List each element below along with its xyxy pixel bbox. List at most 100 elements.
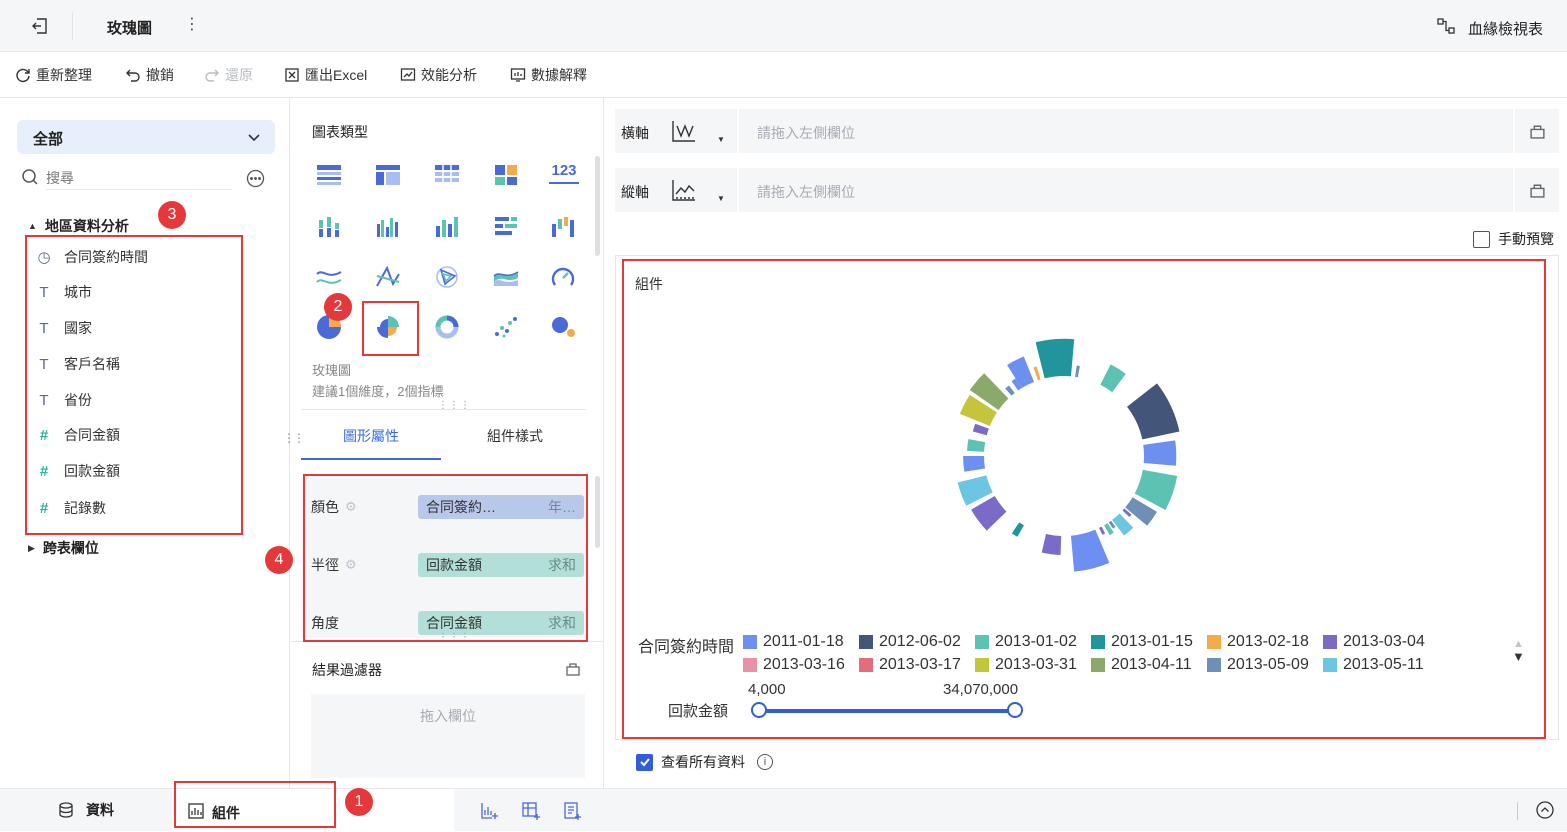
divider <box>72 12 73 40</box>
detail-table-icon[interactable] <box>315 162 345 188</box>
y-axis-row[interactable]: 縱軸 ▼ 請拖入左側欄位 <box>615 168 1559 212</box>
lineage-icon[interactable] <box>1437 17 1455 35</box>
chart-config-panel: 圖表類型 123 玫瑰圖 建議1個維度，2個指標 ⋮⋮⋮ 圖形屬性 組件樣式 顏… <box>291 98 604 788</box>
collapse-up-icon[interactable] <box>1536 801 1554 819</box>
chart-hint: 建議1個維度，2個指標 <box>312 384 444 399</box>
highlight-box <box>25 235 243 535</box>
x-axis-row[interactable]: 橫軸 ▼ 請拖入左側欄位 <box>615 109 1559 153</box>
undo-icon <box>125 67 141 83</box>
toolbar: 重新整理 撤銷 還原 匯出Excel 效能分析 數據解釋 <box>0 52 1567 98</box>
group-header[interactable]: ▲ 地區資料分析 <box>28 216 129 236</box>
top-bar: 玫瑰圖 ⋮ 血緣檢視表 <box>0 0 1567 52</box>
cross-table-group[interactable]: ▶ 跨表欄位 <box>28 538 99 558</box>
cross-table-label: 跨表欄位 <box>42 540 99 556</box>
bubble-chart-icon[interactable] <box>549 314 579 340</box>
drop-hint: 拖入欄位 <box>420 708 476 724</box>
add-report-icon[interactable] <box>562 801 582 821</box>
divider <box>1513 109 1515 153</box>
step-badge: 4 <box>265 546 293 574</box>
more-options-icon[interactable] <box>246 169 265 188</box>
y-axis-label: 縱軸 <box>621 184 649 200</box>
highlight-box <box>174 781 336 828</box>
donut-chart-icon[interactable] <box>433 314 463 340</box>
add-table-icon[interactable] <box>521 801 541 821</box>
undo-label: 撤銷 <box>146 67 174 83</box>
exit-icon[interactable] <box>30 16 50 36</box>
scope-select[interactable]: 全部 <box>17 120 275 154</box>
search-input[interactable] <box>46 166 232 190</box>
gauge-icon[interactable] <box>549 264 579 290</box>
scatter-chart-icon[interactable] <box>492 314 522 340</box>
waterfall-icon[interactable] <box>549 214 579 240</box>
lock-icon[interactable] <box>565 660 581 676</box>
tab-data[interactable]: 資料 <box>58 800 114 820</box>
lock-icon[interactable] <box>1529 122 1546 139</box>
performance-analysis-button[interactable]: 效能分析 <box>400 66 477 84</box>
step-badge: 2 <box>324 293 352 321</box>
horizontal-bar-icon[interactable] <box>492 214 522 240</box>
group-table-icon[interactable] <box>374 162 404 188</box>
stacked-bar-icon[interactable] <box>315 214 345 240</box>
export-label: 匯出Excel <box>305 67 368 83</box>
polyline-icon[interactable] <box>374 264 404 290</box>
manual-preview-toggle[interactable]: 手動預覽 <box>1473 229 1554 249</box>
y-axis-icon[interactable] <box>670 177 698 203</box>
view-all-label: 查看所有資料 <box>661 754 745 770</box>
performance-label: 效能分析 <box>421 67 477 83</box>
area-chart-icon[interactable] <box>492 264 522 290</box>
divider <box>737 109 739 153</box>
lock-icon[interactable] <box>1529 181 1546 198</box>
divider <box>1513 168 1515 212</box>
step-badge: 3 <box>158 201 186 229</box>
tab-shape-properties[interactable]: 圖形屬性 <box>301 416 441 460</box>
export-excel-button[interactable]: 匯出Excel <box>284 66 367 84</box>
lineage-view-link[interactable]: 血緣檢視表 <box>1468 18 1543 39</box>
chart-type-title: 圖表類型 <box>312 124 368 140</box>
step-badge: 1 <box>345 788 373 816</box>
tab-widget-style[interactable]: 組件樣式 <box>445 416 585 460</box>
view-all-data-toggle[interactable]: 查看所有資料 i <box>636 752 773 772</box>
tab-label: 資料 <box>86 802 114 818</box>
refresh-button[interactable]: 重新整理 <box>15 66 92 84</box>
number-card-icon[interactable]: 123 <box>549 162 579 184</box>
chevron-down-icon <box>246 129 262 145</box>
redo-label: 還原 <box>225 67 253 83</box>
performance-icon <box>400 67 416 83</box>
filter-drop-zone[interactable]: 拖入欄位 <box>311 694 585 778</box>
scrollbar[interactable] <box>595 156 600 256</box>
undo-button[interactable]: 撤銷 <box>125 66 174 84</box>
x-axis-icon[interactable] <box>670 118 698 144</box>
refresh-icon <box>15 67 31 83</box>
line-chart-icon[interactable] <box>315 264 345 290</box>
bar-chart-icon[interactable] <box>433 214 463 240</box>
divider <box>1517 802 1518 820</box>
info-icon[interactable]: i <box>757 754 773 770</box>
highlight-box <box>622 259 1546 739</box>
redo-button[interactable]: 還原 <box>204 66 253 84</box>
scrollbar[interactable] <box>595 476 600 548</box>
caret-down-icon[interactable]: ▼ <box>717 135 725 144</box>
cross-table-icon[interactable] <box>433 162 463 188</box>
data-explain-label: 數據解釋 <box>531 67 587 83</box>
dashboard-icon[interactable] <box>492 162 522 188</box>
data-explain-button[interactable]: 數據解釋 <box>510 66 587 84</box>
radar-chart-icon[interactable] <box>433 264 463 290</box>
database-icon <box>58 802 74 818</box>
checkbox-checked-icon[interactable] <box>636 753 653 771</box>
checkbox[interactable] <box>1473 230 1490 248</box>
divider <box>301 409 586 410</box>
divider <box>737 168 739 212</box>
vertical-dots-icon[interactable]: ⋮ <box>184 14 200 34</box>
y-axis-placeholder: 請拖入左側欄位 <box>757 184 855 200</box>
tab-label: 圖形屬性 <box>343 428 399 444</box>
scope-value: 全部 <box>33 131 64 148</box>
manual-preview-label: 手動預覽 <box>1498 231 1554 247</box>
data-explain-icon <box>510 67 526 83</box>
caret-down-icon[interactable]: ▼ <box>717 194 725 203</box>
search-icon <box>21 168 39 186</box>
grouped-bar-icon[interactable] <box>374 214 404 240</box>
x-axis-placeholder: 請拖入左側欄位 <box>757 125 855 141</box>
add-widget-icon[interactable] <box>480 801 500 821</box>
filter-title: 結果過濾器 <box>312 662 382 678</box>
tab-label: 組件樣式 <box>487 428 543 444</box>
